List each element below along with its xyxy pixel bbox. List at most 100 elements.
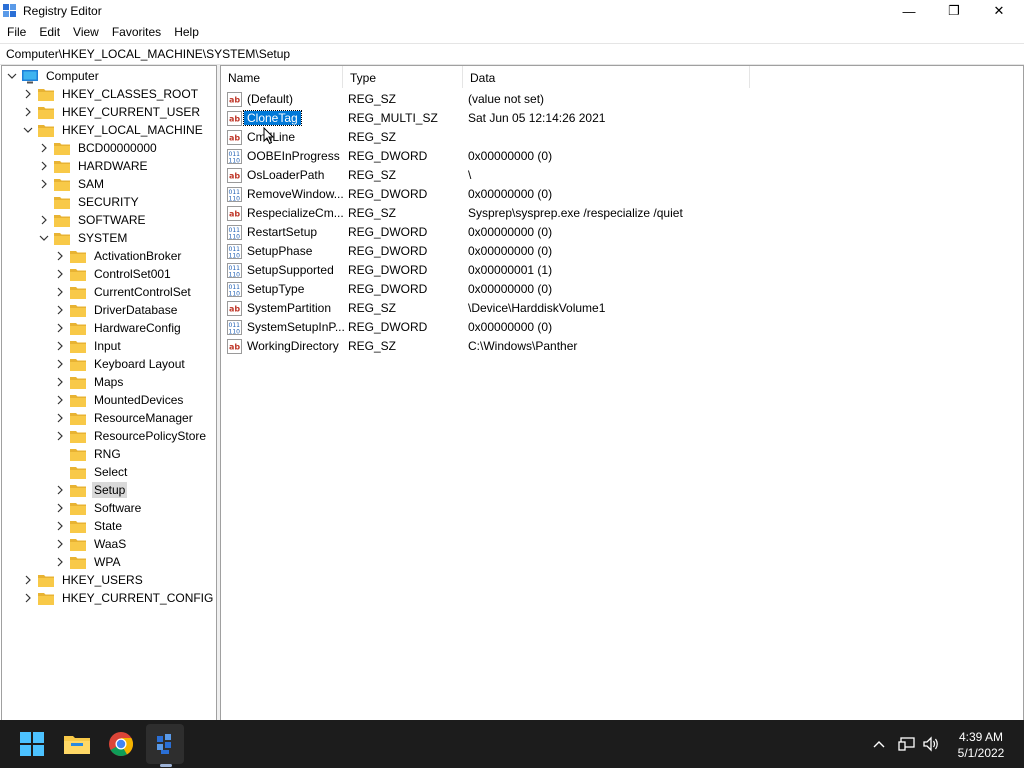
chevron-right-icon[interactable] [54,394,66,406]
column-header-data[interactable]: Data [463,66,750,88]
chevron-down-icon[interactable] [38,232,50,244]
chevron-right-icon[interactable] [22,88,34,100]
chevron-right-icon[interactable] [38,214,50,226]
menu-edit[interactable]: Edit [32,22,66,42]
chevron-down-icon[interactable] [6,70,18,82]
chevron-right-icon[interactable] [54,340,66,352]
tree-item-label: WaaS [94,537,127,551]
chevron-right-icon[interactable] [22,592,34,604]
tree-item-maps[interactable]: Maps [54,373,125,391]
chevron-right-icon[interactable] [54,268,66,280]
tree-item-select[interactable]: Select [54,463,129,481]
value-row-oobeinprogress[interactable]: 011 110 OOBEInProgress REG_DWORD 0x00000000 … [221,147,1021,166]
close-button[interactable]: ✕ [976,0,1022,22]
chevron-right-icon[interactable] [22,574,34,586]
tree-item-hkey-current-config[interactable]: HKEY_CURRENT_CONFIG [22,589,215,607]
tree-item-system[interactable]: SYSTEM [38,229,129,247]
chrome-icon[interactable] [105,728,137,760]
menu-file[interactable]: File [0,22,32,42]
tree-item-hkey-local-machine[interactable]: HKEY_LOCAL_MACHINE [22,121,205,139]
chevron-right-icon[interactable] [54,358,66,370]
value-row-systemsetupinp[interactable]: 011 110 SystemSetupInP... REG_DWORD 0x000000… [221,318,1021,337]
tree-item-state[interactable]: State [54,517,124,535]
tree-item-label: Select [94,465,128,479]
tree-item-software[interactable]: SOFTWARE [38,211,148,229]
tree-item-hardware[interactable]: HARDWARE [38,157,150,175]
value-data: 0x00000000 (0) [468,282,553,296]
tree-item-hardwareconfig[interactable]: HardwareConfig [54,319,183,337]
chevron-right-icon[interactable] [38,178,50,190]
value-row-restartsetup[interactable]: 011 110 RestartSetup REG_DWORD 0x00000000 (0… [221,223,1021,242]
menu-favorites[interactable]: Favorites [105,22,167,42]
value-row-setupsupported[interactable]: 011 110 SetupSupported REG_DWORD 0x00000001 … [221,261,1021,280]
chevron-right-icon[interactable] [54,538,66,550]
tree-item-input[interactable]: Input [54,337,123,355]
mouse-cursor-icon [263,127,275,145]
clock-date[interactable]: 5/1/2022 [948,746,1014,760]
tree-item-hkey-classes-root[interactable]: HKEY_CLASSES_ROOT [22,85,200,103]
tree-item-resourcemanager[interactable]: ResourceManager [54,409,195,427]
tree-item-setup[interactable]: Setup [54,481,128,499]
chevron-right-icon[interactable] [54,286,66,298]
address-bar[interactable]: Computer\HKEY_LOCAL_MACHINE\SYSTEM\Setup [0,43,1024,65]
value-row-clonetag[interactable]: ab CloneTag REG_MULTI_SZ Sat Jun 05 12:14:2… [221,109,1021,128]
start-windows-icon[interactable] [16,728,48,760]
folder-icon [70,484,86,497]
clock-time[interactable]: 4:39 AM [948,730,1014,744]
value-row-setupphase[interactable]: 011 110 SetupPhase REG_DWORD 0x00000000 (0) [221,242,1021,261]
value-row-workingdirectory[interactable]: ab WorkingDirectory REG_SZ C:\Windows\Panth… [221,337,1021,356]
tree-item-activationbroker[interactable]: ActivationBroker [54,247,183,265]
chevron-right-icon[interactable] [54,556,66,568]
column-header-type[interactable]: Type [343,66,463,88]
chevron-right-icon[interactable] [54,430,66,442]
maximize-button[interactable]: ❐ [931,0,977,22]
value-row-removewindow[interactable]: 011 110 RemoveWindow... REG_DWORD 0x00000000… [221,185,1021,204]
value-row-respecializecm[interactable]: ab RespecializeCm... REG_SZ Sysprep\sysprep… [221,204,1021,223]
value-row-osloaderpath[interactable]: ab OsLoaderPath REG_SZ \ [221,166,1021,185]
chevron-right-icon[interactable] [38,142,50,154]
value-row--default[interactable]: ab (Default) REG_SZ (value not set) [221,90,1021,109]
tree-item-keyboard-layout[interactable]: Keyboard Layout [54,355,187,373]
menu-view[interactable]: View [66,22,105,42]
chevron-right-icon[interactable] [54,484,66,496]
value-row-systempartition[interactable]: ab SystemPartition REG_SZ \Device\HarddiskV… [221,299,1021,318]
chevron-right-icon[interactable] [22,106,34,118]
tree-item-controlset001[interactable]: ControlSet001 [54,265,173,283]
chevron-right-icon[interactable] [54,322,66,334]
tree-item-resourcepolicystore[interactable]: ResourcePolicyStore [54,427,208,445]
tree-item-hkey-current-user[interactable]: HKEY_CURRENT_USER [22,103,202,121]
column-header-name[interactable]: Name [221,66,343,88]
value-row-cmdline[interactable]: abCmdLineREG_SZ [221,128,1021,147]
chevron-right-icon[interactable] [54,376,66,388]
file-explorer-icon[interactable] [61,728,93,760]
chevron-right-icon[interactable] [54,304,66,316]
tree-item-bcd00000000[interactable]: BCD00000000 [38,139,159,157]
tree-item-software[interactable]: Software [54,499,143,517]
tree-item-rng[interactable]: RNG [54,445,123,463]
chevron-up-icon[interactable] [872,738,886,750]
network-icon[interactable] [898,736,916,752]
tree-item-driverdatabase[interactable]: DriverDatabase [54,301,179,319]
tree-item-sam[interactable]: SAM [38,175,106,193]
tree-item-wpa[interactable]: WPA [54,553,122,571]
title-bar[interactable]: Registry Editor — ❐ ✕ [0,0,1024,22]
volume-icon[interactable] [922,736,940,752]
tree-pane[interactable]: Computer HKEY_CLASSES_ROOT HKEY_CURRENT_US… [1,65,217,721]
tree-item-waas[interactable]: WaaS [54,535,128,553]
registry-editor-taskbar-icon[interactable] [149,728,181,760]
chevron-right-icon[interactable] [54,502,66,514]
tree-item-currentcontrolset[interactable]: CurrentControlSet [54,283,193,301]
tree-item-security[interactable]: SECURITY [38,193,141,211]
tree-item-mounteddevices[interactable]: MountedDevices [54,391,185,409]
chevron-right-icon[interactable] [54,520,66,532]
chevron-right-icon[interactable] [54,412,66,424]
chevron-right-icon[interactable] [54,250,66,262]
tree-item-hkey-users[interactable]: HKEY_USERS [22,571,145,589]
menu-help[interactable]: Help [167,22,205,42]
minimize-button[interactable]: — [886,0,932,22]
chevron-right-icon[interactable] [38,160,50,172]
value-row-setuptype[interactable]: 011 110 SetupType REG_DWORD 0x00000000 (0) [221,280,1021,299]
values-list[interactable]: Name Type Data ab (Default) REG_SZ (value n… [220,65,1024,721]
chevron-down-icon[interactable] [22,124,34,136]
tree-item-computer[interactable]: Computer [6,67,101,85]
